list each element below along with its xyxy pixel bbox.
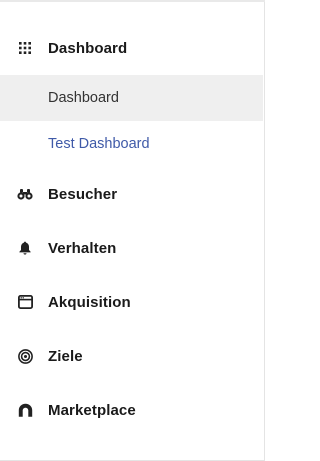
subitem-test-dashboard[interactable]: Test Dashboard (0, 121, 263, 167)
target-icon (17, 348, 33, 364)
top-divider (0, 0, 265, 2)
sidebar-item-ziele[interactable]: Ziele (0, 334, 263, 378)
subitem-label: Test Dashboard (48, 136, 150, 152)
binoculars-icon (17, 186, 33, 202)
sidebar-item-verhalten[interactable]: Verhalten (0, 226, 263, 270)
sidebar-item-akquisition[interactable]: Akquisition (0, 280, 263, 324)
bell-icon (17, 240, 33, 256)
subitem-dashboard[interactable]: Dashboard (0, 75, 263, 121)
sidebar-item-label: Ziele (48, 347, 83, 365)
sidebar-item-label: Besucher (48, 185, 118, 203)
marketplace-icon (17, 402, 33, 418)
sidebar-item-label: Dashboard (48, 39, 128, 57)
sidebar-item-marketplace[interactable]: Marketplace (0, 388, 263, 432)
sidebar-item-label: Marketplace (48, 401, 136, 419)
sidebar-item-label: Akquisition (48, 293, 131, 311)
sidebar-item-besucher[interactable]: Besucher (0, 172, 263, 216)
sidebar-item-label: Verhalten (48, 239, 117, 257)
subitem-label: Dashboard (48, 90, 119, 106)
grid-icon (17, 40, 33, 56)
sidebar-menu: Dashboard Dashboard Test Dashboard Besuc… (0, 0, 265, 461)
browser-window-icon (17, 294, 33, 310)
sidebar-item-dashboard[interactable]: Dashboard (0, 26, 263, 70)
